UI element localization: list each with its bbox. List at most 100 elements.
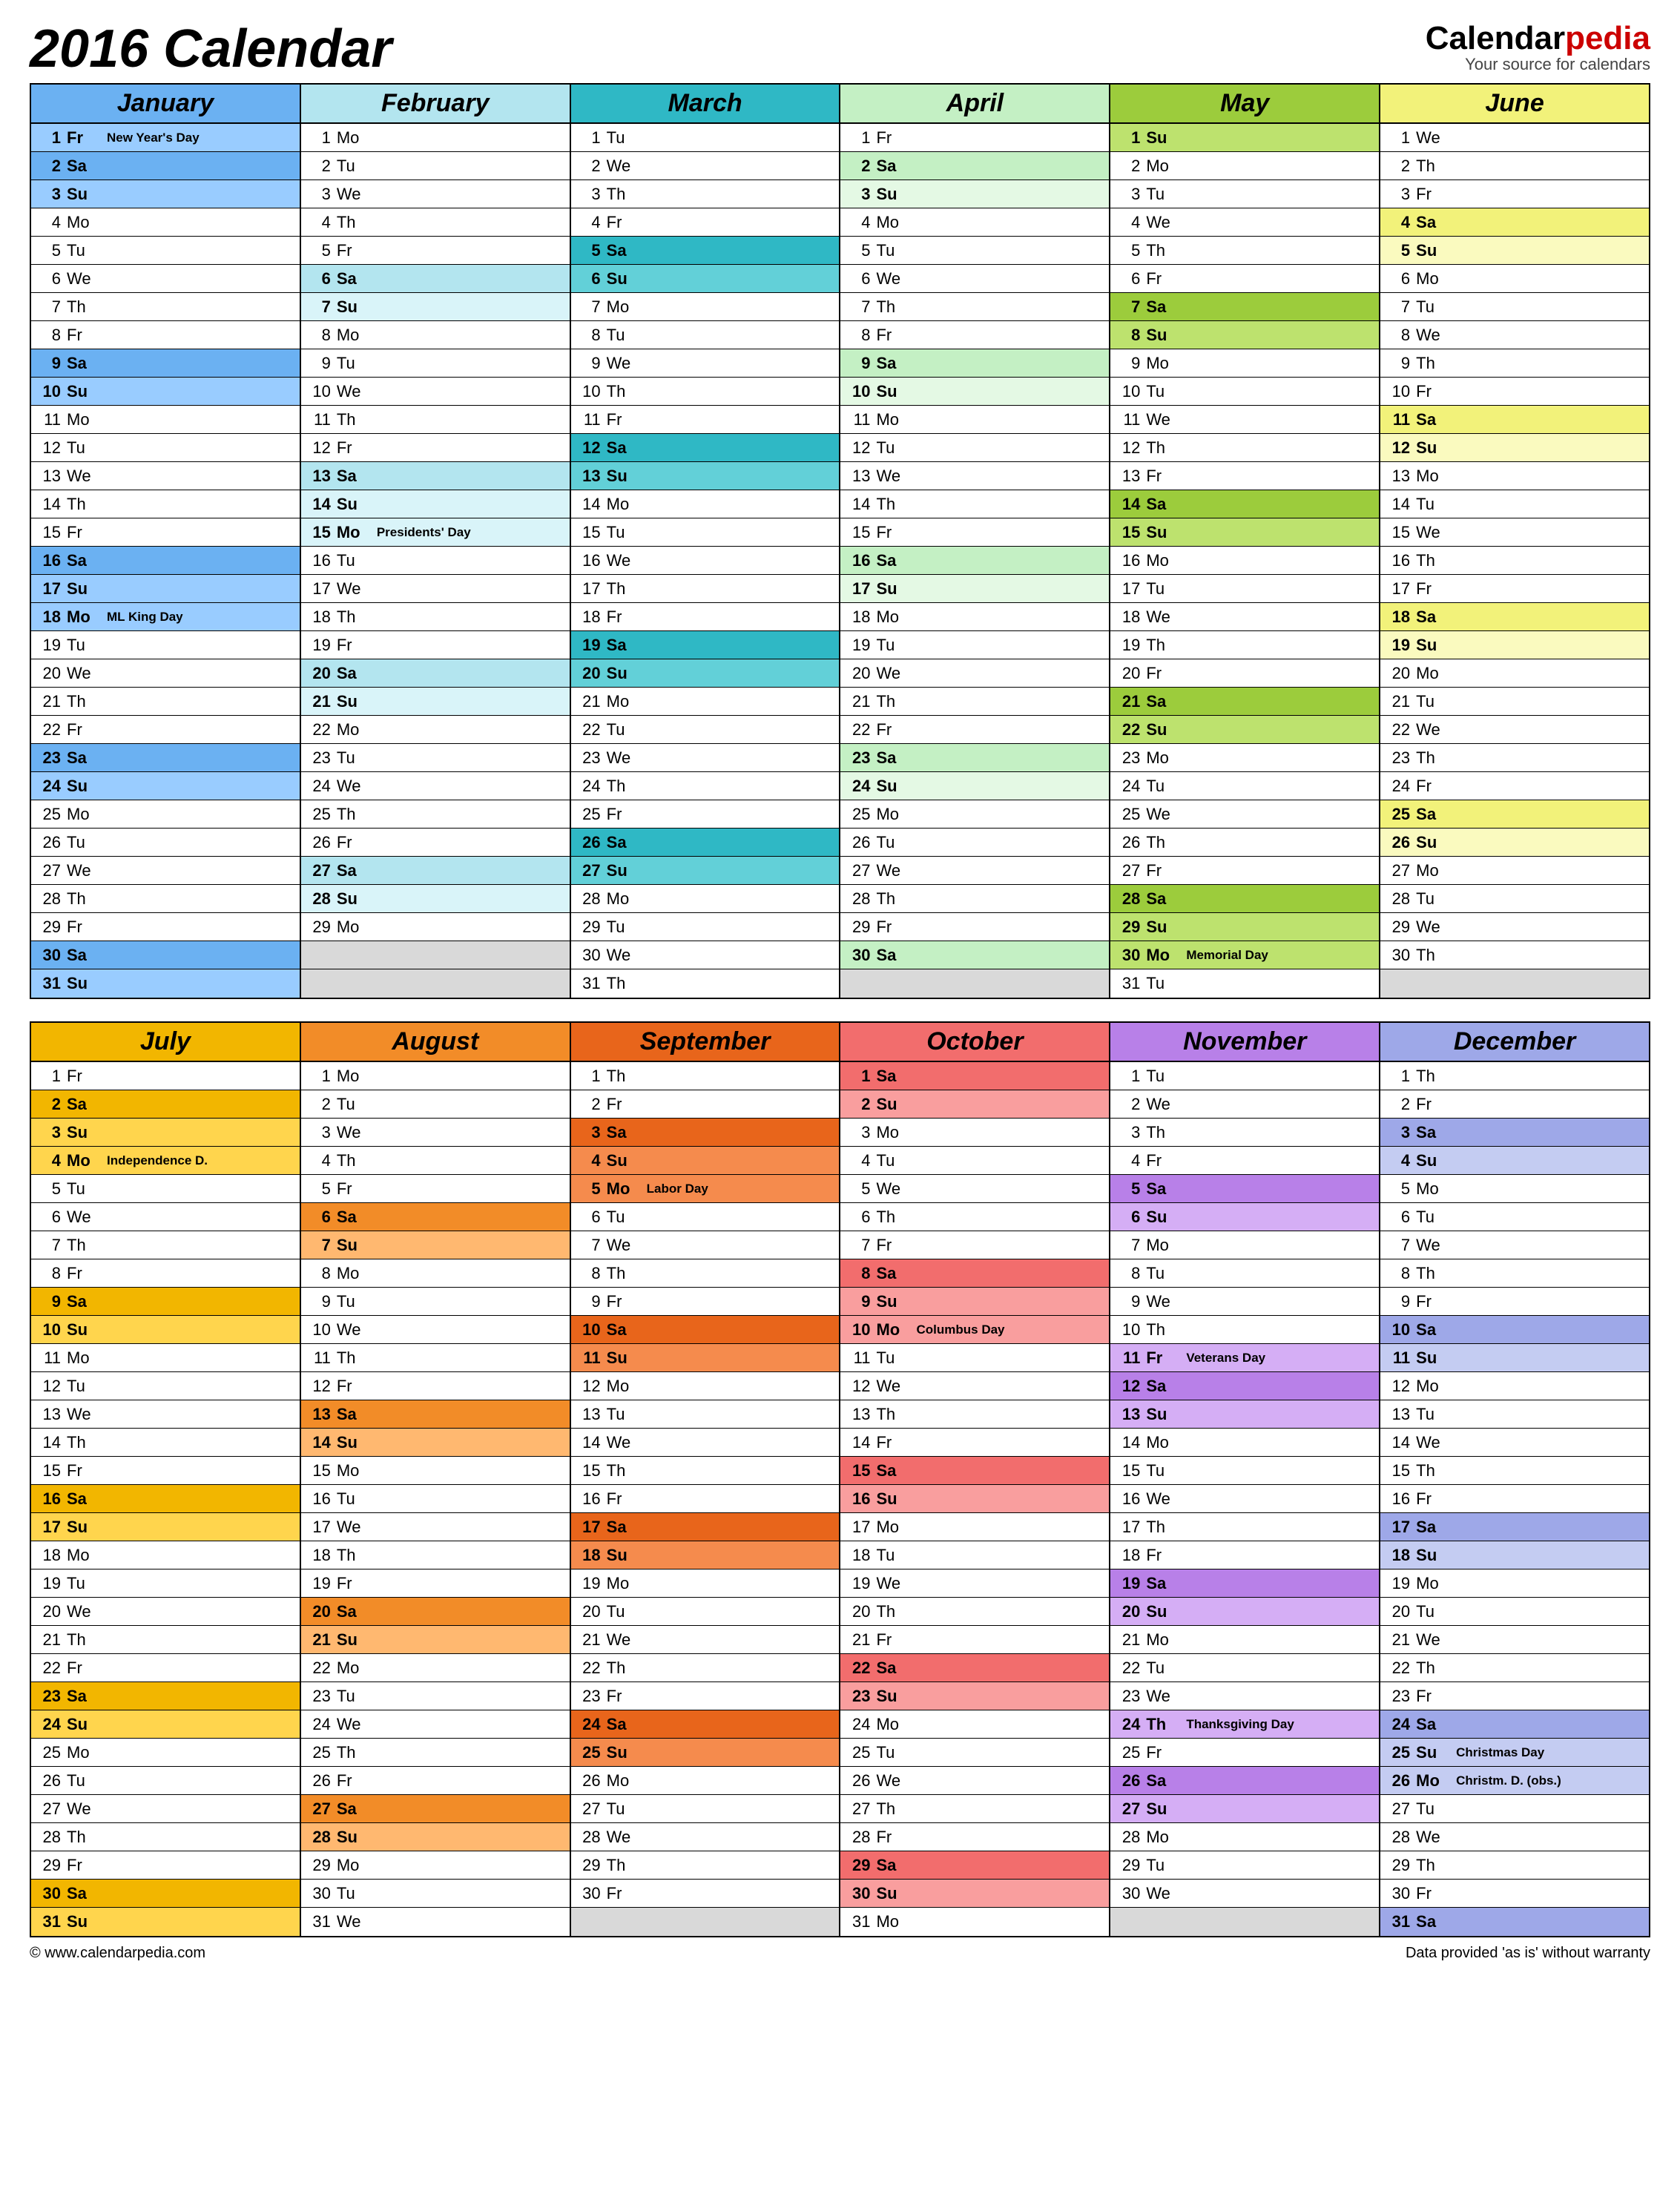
day-of-week: We — [1143, 213, 1182, 232]
day-of-week: Tu — [1143, 185, 1182, 204]
day-row: 18Mo — [840, 603, 1109, 631]
day-of-week: Tu — [334, 1292, 372, 1311]
day-row: 13Tu — [571, 1400, 840, 1429]
day-of-week: We — [1143, 1292, 1182, 1311]
day-row: 10Th — [1110, 1316, 1379, 1344]
day-number: 19 — [1380, 1574, 1413, 1593]
day-row: 10Su — [840, 378, 1109, 406]
day-number: 15 — [1380, 1461, 1413, 1480]
day-number: 3 — [31, 1123, 64, 1142]
day-of-week: Th — [1413, 1461, 1452, 1480]
day-of-week: Mo — [64, 1151, 102, 1170]
day-of-week: Fr — [873, 1236, 912, 1255]
day-row: 23Fr — [571, 1682, 840, 1710]
day-row: 10Su — [31, 378, 300, 406]
day-of-week: Fr — [873, 128, 912, 148]
day-number: 23 — [840, 1687, 873, 1706]
day-number: 31 — [31, 974, 64, 993]
day-row: 29Th — [1380, 1851, 1649, 1880]
day-of-week: We — [334, 382, 372, 401]
day-number: 4 — [301, 1151, 334, 1170]
day-row: 11Sa — [1380, 406, 1649, 434]
day-row: 19Tu — [31, 1569, 300, 1598]
day-number: 1 — [571, 1067, 604, 1086]
day-number: 16 — [31, 1489, 64, 1509]
day-of-week: Sa — [604, 438, 642, 458]
day-row: 22Fr — [840, 716, 1109, 744]
day-row: 31Sa — [1380, 1908, 1649, 1936]
day-of-week: Th — [64, 1630, 102, 1650]
day-row — [301, 941, 570, 969]
day-number: 5 — [301, 1179, 334, 1199]
day-of-week: We — [873, 467, 912, 486]
day-number: 4 — [1110, 213, 1143, 232]
day-row: 6We — [840, 265, 1109, 293]
day-row: 2We — [1110, 1090, 1379, 1119]
day-of-week: Mo — [873, 607, 912, 627]
day-number: 8 — [840, 1264, 873, 1283]
day-number: 12 — [301, 438, 334, 458]
day-of-week: Tu — [873, 1348, 912, 1368]
day-row: 6Tu — [571, 1203, 840, 1231]
day-number: 28 — [301, 1828, 334, 1847]
day-of-week: Su — [334, 495, 372, 514]
day-of-week: Su — [604, 861, 642, 880]
day-of-week: Th — [334, 1151, 372, 1170]
day-of-week: Su — [334, 1433, 372, 1452]
day-of-week: Fr — [64, 1067, 102, 1086]
day-of-week: Fr — [334, 1574, 372, 1593]
day-number: 5 — [31, 1179, 64, 1199]
day-of-week: Sa — [1143, 1179, 1182, 1199]
day-row: 8Fr — [31, 1259, 300, 1288]
day-number: 10 — [1380, 1320, 1413, 1340]
day-row: 20Tu — [1380, 1598, 1649, 1626]
day-of-week: We — [1413, 1433, 1452, 1452]
day-number: 14 — [571, 1433, 604, 1452]
day-row: 14Mo — [1110, 1429, 1379, 1457]
day-number: 27 — [1380, 861, 1413, 880]
day-of-week: Su — [604, 467, 642, 486]
day-number: 8 — [31, 326, 64, 345]
day-number: 19 — [301, 636, 334, 655]
day-of-week: We — [604, 354, 642, 373]
day-number: 24 — [571, 1715, 604, 1734]
day-of-week: Tu — [604, 128, 642, 148]
day-row: 13Tu — [1380, 1400, 1649, 1429]
day-number: 19 — [571, 1574, 604, 1593]
day-number: 12 — [840, 438, 873, 458]
day-row: 26Tu — [31, 1767, 300, 1795]
day-row: 12We — [840, 1372, 1109, 1400]
day-of-week: Mo — [334, 1461, 372, 1480]
day-row: 12Sa — [571, 434, 840, 462]
day-number: 28 — [840, 1828, 873, 1847]
day-number: 7 — [1380, 1236, 1413, 1255]
day-row: 7Su — [301, 293, 570, 321]
day-number: 25 — [1110, 805, 1143, 824]
day-number: 11 — [301, 410, 334, 429]
month-apr: April1Fr2Sa3Su4Mo5Tu6We7Th8Fr9Sa10Su11Mo… — [839, 85, 1109, 998]
day-of-week: Sa — [1143, 889, 1182, 909]
day-of-week: Su — [604, 664, 642, 683]
day-row: 13Mo — [1380, 462, 1649, 490]
day-of-week: We — [334, 185, 372, 204]
day-row: 13Sa — [301, 462, 570, 490]
day-row: 4Th — [301, 1147, 570, 1175]
day-row: 24Su — [31, 1710, 300, 1739]
day-row: 26Su — [1380, 829, 1649, 857]
day-row: 5Fr — [301, 237, 570, 265]
holiday-note: Columbus Day — [912, 1323, 1109, 1337]
day-of-week: Fr — [604, 1687, 642, 1706]
day-number: 15 — [840, 1461, 873, 1480]
day-of-week: We — [64, 1799, 102, 1819]
day-row: 28Sa — [1110, 885, 1379, 913]
day-number: 29 — [31, 918, 64, 937]
day-row: 3Fr — [1380, 180, 1649, 208]
day-row: 17Sa — [571, 1513, 840, 1541]
day-row: 7Th — [840, 293, 1109, 321]
day-number: 23 — [301, 748, 334, 768]
day-of-week: Sa — [1143, 692, 1182, 711]
day-row: 6Sa — [301, 265, 570, 293]
day-of-week: Sa — [1413, 1518, 1452, 1537]
day-of-week: Th — [1413, 551, 1452, 570]
month-aug: August1Mo2Tu3We4Th5Fr6Sa7Su8Mo9Tu10We11T… — [300, 1023, 570, 1936]
